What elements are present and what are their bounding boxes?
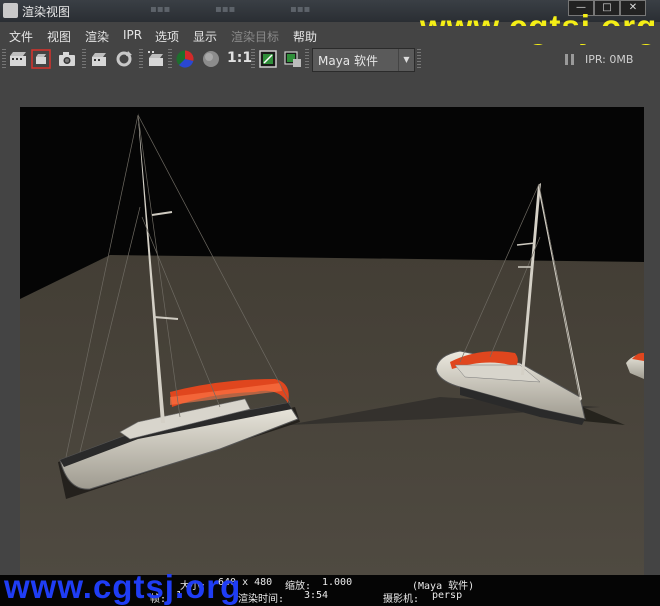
camera-label: 摄影机: <box>383 594 420 605</box>
toolbar-separator <box>139 49 143 69</box>
menu-display[interactable]: 显示 <box>193 28 217 45</box>
toolbar-separator <box>168 49 172 69</box>
menu-render[interactable]: 渲染 <box>85 28 109 45</box>
menu-bar: 文件 视图 渲染 IPR 选项 显示 渲染目标 帮助 <box>0 26 660 44</box>
toolbar: 1:1 Maya 软件 ▼ IPR: 0MB <box>0 45 660 74</box>
render-region-icon[interactable] <box>31 49 51 69</box>
menu-file[interactable]: 文件 <box>9 28 33 45</box>
background-window-text: ▪▪▪ <box>215 4 236 15</box>
menu-ipr[interactable]: IPR <box>123 28 142 42</box>
ipr-render-icon[interactable] <box>89 49 109 69</box>
toolbar-separator <box>251 49 255 69</box>
zoom-value: 1.000 <box>322 577 353 588</box>
menu-view[interactable]: 视图 <box>47 28 71 45</box>
menu-help[interactable]: 帮助 <box>293 28 317 45</box>
refresh-ipr-icon[interactable] <box>114 49 134 69</box>
render-time-label: 渲染时间: <box>238 594 285 605</box>
snapshot-camera-icon[interactable] <box>57 49 77 69</box>
remove-image-icon[interactable] <box>283 49 303 69</box>
render-time-value: 3:54 <box>304 590 329 601</box>
background-window-text: ▪▪▪ <box>150 4 171 15</box>
toolbar-separator <box>417 49 421 69</box>
render-viewport[interactable] <box>20 107 644 575</box>
window-title: 渲染视图 <box>22 5 71 19</box>
menu-render-target[interactable]: 渲染目标 <box>231 28 279 45</box>
chevron-down-icon[interactable]: ▼ <box>398 49 414 71</box>
renderer-dropdown[interactable]: Maya 软件 ▼ <box>312 48 415 72</box>
toolbar-grip <box>2 49 6 69</box>
watermark-bottom: www.cgtsj.org <box>4 568 242 605</box>
render-view-app-icon <box>3 3 18 18</box>
camera-value: persp <box>432 590 463 601</box>
keep-image-icon[interactable] <box>258 49 278 69</box>
render-sequence-icon[interactable] <box>146 49 166 69</box>
toolbar-separator <box>305 49 309 69</box>
toolbar-separator <box>82 49 86 69</box>
render-frame-icon[interactable] <box>8 49 28 69</box>
renderer-value: Maya 软件 <box>318 54 378 68</box>
ipr-memory-label: IPR: 0MB <box>585 53 634 66</box>
background-window-text: ▪▪▪ <box>290 4 311 15</box>
alpha-channel-icon[interactable] <box>201 49 221 69</box>
pause-icon[interactable] <box>565 54 574 65</box>
rgb-channels-icon[interactable] <box>175 49 195 69</box>
rendered-image <box>20 107 644 575</box>
real-size-button[interactable]: 1:1 <box>227 50 252 66</box>
menu-options[interactable]: 选项 <box>155 28 179 45</box>
